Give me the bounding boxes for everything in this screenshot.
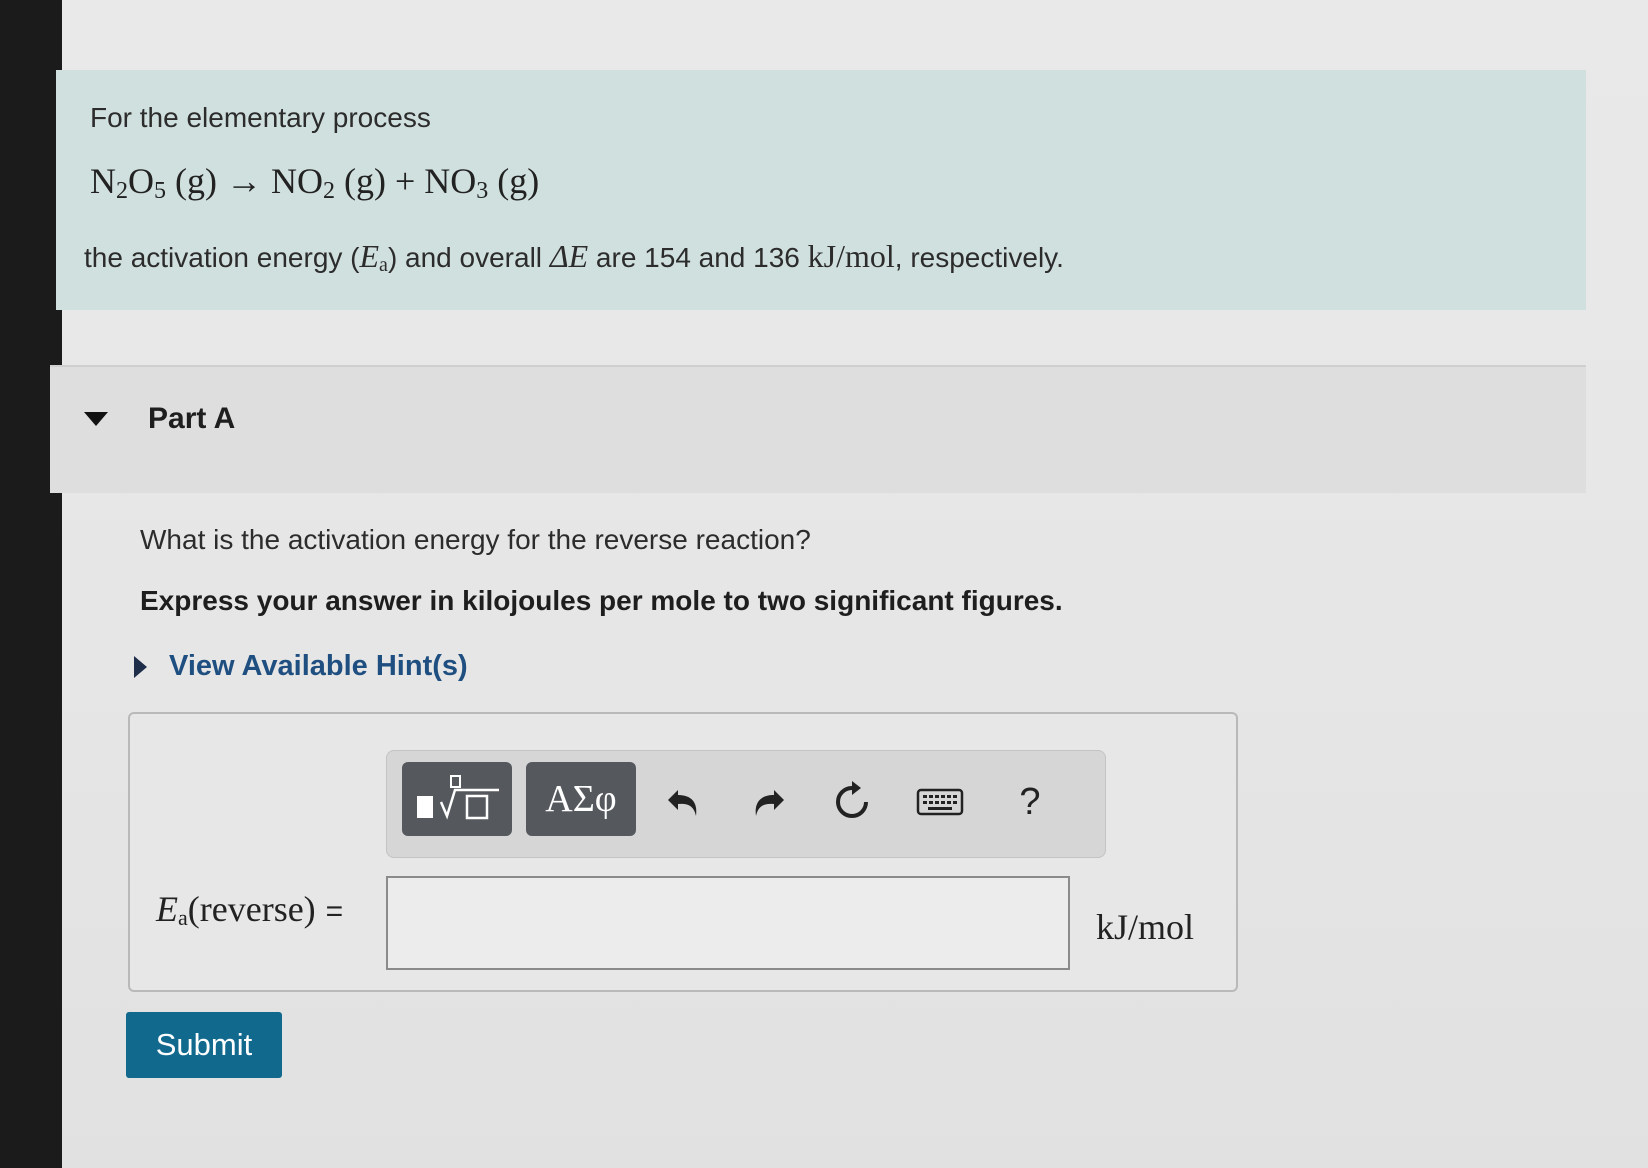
eq-sub: 5: [154, 178, 166, 204]
question-text: What is the activation energy for the re…: [140, 524, 811, 555]
help-button[interactable]: ?: [1002, 774, 1058, 830]
answer-label-sub: a: [178, 905, 188, 930]
statement-unit: kJ/mol: [807, 238, 895, 274]
eq-state: (g): [497, 161, 540, 201]
eq-state: (g): [343, 161, 386, 201]
ea-symbol: Ea: [359, 238, 388, 276]
instruction-text: Express your answer in kilojoules per mo…: [140, 585, 1063, 616]
eq-arrow: →: [225, 161, 262, 201]
eq-sub: 2: [322, 178, 335, 204]
eq-state: (g): [175, 161, 217, 201]
part-title[interactable]: Part A: [148, 402, 235, 436]
eq-product2: NO: [424, 161, 477, 201]
eq-reactant-o: O: [128, 161, 154, 201]
statement-text: are 154 and 136: [588, 242, 808, 273]
statement-text: ) and overall: [387, 242, 550, 273]
eq-plus: +: [394, 161, 416, 201]
symbols-button[interactable]: ΑΣφ: [526, 762, 636, 836]
answer-label-symbol: E: [156, 889, 178, 929]
expand-arrow-icon: [134, 655, 147, 678]
answer-label: Ea(reverse) =: [156, 888, 343, 931]
eq-product1: NO: [270, 161, 323, 201]
hint-label: View Available Hint(s): [169, 650, 468, 682]
collapse-arrow-icon[interactable]: [84, 412, 108, 426]
reset-icon[interactable]: [824, 774, 880, 830]
templates-button[interactable]: [402, 762, 512, 836]
statement-text: the activation energy (: [84, 242, 360, 273]
equals-sign: =: [325, 895, 344, 928]
delta-e-symbol: ΔE: [550, 238, 588, 274]
keyboard-icon[interactable]: [912, 774, 968, 830]
reaction-equation: N2O5 (g) → NO2 (g) + NO3 (g): [90, 160, 539, 205]
eq-sub: 2: [116, 178, 128, 204]
answer-unit: kJ/mol: [1096, 907, 1195, 947]
view-hints-link[interactable]: View Available Hint(s): [134, 650, 468, 683]
answer-label-arg: (reverse): [187, 889, 316, 929]
eq-sub: 3: [476, 178, 489, 204]
answer-input[interactable]: [386, 876, 1070, 970]
delta-e-text: ΔE: [549, 238, 589, 274]
redo-icon[interactable]: [740, 774, 796, 830]
problem-statement: the activation energy (Ea) and overall Δ…: [84, 238, 1064, 277]
eq-reactant-n: N: [90, 161, 116, 201]
undo-icon[interactable]: [656, 774, 712, 830]
statement-text: , respectively.: [894, 242, 1064, 273]
ea-letter: E: [359, 238, 380, 274]
ea-subscript: a: [379, 254, 388, 276]
templates-icon: [417, 775, 499, 820]
problem-intro-text: For the elementary process: [90, 102, 431, 133]
submit-button[interactable]: Submit: [126, 1012, 282, 1078]
part-a-header[interactable]: [50, 365, 1586, 493]
